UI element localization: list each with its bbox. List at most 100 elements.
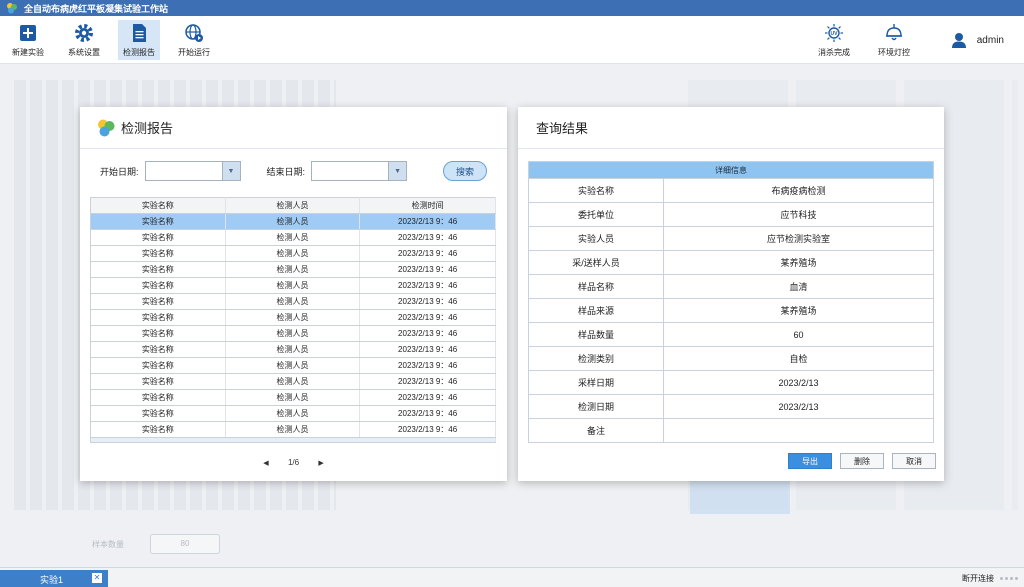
page-indicator: 1/6 [287,458,300,467]
table-cell: 检测人员 [225,357,361,374]
export-button[interactable]: 导出 [788,453,832,469]
table-cell: 2023/2/13 9：46 [359,229,496,246]
detail-key: 委托单位 [528,202,664,227]
table-cell: 检测人员 [225,421,361,438]
detail-key: 采样日期 [528,370,664,395]
detail-key: 样品来源 [528,298,664,323]
detail-key: 检测日期 [528,394,664,419]
table-cell: 检测人员 [225,261,361,278]
table-row[interactable]: 实验名称 检测人员 2023/2/13 9：46 [90,229,496,246]
detail-value: 布病疫病检测 [663,178,934,203]
chevron-down-icon[interactable]: ▼ [388,162,407,180]
title-bar: 全自动布病虎红平板凝集试验工作站 [0,0,1024,16]
table-cell: 实验名称 [90,293,226,310]
table-row[interactable]: 实验名称 检测人员 2023/2/13 9：46 [90,293,496,310]
cancel-button[interactable]: 取消 [892,453,936,469]
result-panel-header: 查询结果 [518,107,944,149]
table-cell: 2023/2/13 9：46 [359,421,496,438]
detail-key: 检测类别 [528,346,664,371]
table-cell: 实验名称 [90,213,226,230]
start-run-button[interactable]: 开始运行 [172,20,216,60]
table-row[interactable]: 实验名称 检测人员 2023/2/13 9：46 [90,405,496,422]
table-cell: 实验名称 [90,341,226,358]
next-page-icon[interactable]: ▶ [313,459,329,467]
table-cell: 检测人员 [225,325,361,342]
status-bar: 实验1 ✕ 断开连接 [0,567,1024,587]
user-menu[interactable]: admin [951,32,1004,48]
chevron-down-icon[interactable]: ▼ [221,162,240,180]
table-cell: 检测人员 [225,293,361,310]
detail-row: 检测类别 自检 [528,346,934,371]
environment-light-button[interactable]: 环境灯控 [872,20,916,60]
detail-row: 实验名称 布病疫病检测 [528,178,934,203]
pagination: ◀ 1/6 ▶ [80,458,507,467]
column-header[interactable]: 实验名称 [90,197,226,214]
result-panel-title: 查询结果 [536,121,589,136]
table-cell: 检测人员 [225,389,361,406]
detail-row: 样品数量 60 [528,322,934,347]
table-cell: 2023/2/13 9：46 [359,405,496,422]
table-cell: 2023/2/13 9：46 [359,245,496,262]
document-icon [133,24,146,42]
toolbar: 新建实验 系统设置 检测报告 开始运行 UV 消杀完成 环境灯控 admin [0,16,1024,64]
connection-status: 断开连接 [962,574,994,583]
detail-value: 血清 [663,274,934,299]
sample-count-input[interactable]: 80 [150,534,220,554]
report-panel-title: 检测报告 [121,121,174,136]
table-cell: 2023/2/13 9：46 [359,309,496,326]
table-cell: 检测人员 [225,213,361,230]
detail-row: 样品名称 血清 [528,274,934,299]
table-row[interactable]: 实验名称 检测人员 2023/2/13 9：46 [90,213,496,230]
table-row[interactable]: 实验名称 检测人员 2023/2/13 9：46 [90,357,496,374]
table-cell: 检测人员 [225,245,361,262]
report-panel-header: 检测报告 [80,107,507,149]
table-cell: 2023/2/13 9：46 [359,293,496,310]
background-highlight-block [690,478,790,514]
user-avatar-icon [951,33,966,48]
table-cell: 实验名称 [90,325,226,342]
table-row[interactable]: 实验名称 检测人员 2023/2/13 9：46 [90,245,496,262]
start-date-picker[interactable]: ▼ [144,161,241,181]
close-icon[interactable]: ✕ [92,573,102,583]
result-panel: 查询结果 详细信息 实验名称 布病疫病检测 委托单位 应节科技 实验人员 应节检测实验室采… [518,107,944,481]
delete-button[interactable]: 删除 [840,453,884,469]
detail-row: 委托单位 应节科技 [528,202,934,227]
table-row[interactable]: 实验名称 检测人员 2023/2/13 9：46 [90,373,496,390]
prev-page-icon[interactable]: ◀ [258,459,274,467]
detail-key: 采/送样人员 [528,250,664,275]
detection-report-button[interactable]: 检测报告 [118,20,160,60]
search-button[interactable]: 搜索 [443,161,487,181]
table-row[interactable]: 实验名称 检测人员 2023/2/13 9：46 [90,421,496,438]
table-row[interactable]: 实验名称 检测人员 2023/2/13 9：46 [90,389,496,406]
system-settings-button[interactable]: 系统设置 [60,20,108,60]
table-cell: 2023/2/13 9：46 [359,389,496,406]
experiment-tab[interactable]: 实验1 ✕ [0,570,108,587]
table-row[interactable]: 实验名称 检测人员 2023/2/13 9：46 [90,277,496,294]
new-experiment-button[interactable]: 新建实验 [4,20,52,60]
report-table: 实验名称 检测人员 检测时间 实验名称 检测人员 2023/2/13 9：46 实验名… [90,197,496,443]
column-header[interactable]: 检测时间 [359,197,496,214]
table-row[interactable]: 实验名称 检测人员 2023/2/13 9：46 [90,309,496,326]
table-row[interactable]: 实验名称 检测人员 2023/2/13 9：46 [90,325,496,342]
disinfection-done-button[interactable]: UV 消杀完成 [812,20,856,60]
table-cell: 实验名称 [90,229,226,246]
table-cell: 检测人员 [225,309,361,326]
detail-table: 详细信息 实验名称 布病疫病检测 委托单位 应节科技 实验人员 应节检测实验室 采/送样人员… [528,161,934,443]
detail-value: 某养殖场 [663,298,934,323]
detail-value: 应节科技 [663,202,934,227]
table-row[interactable]: 实验名称 检测人员 2023/2/13 9：46 [90,341,496,358]
detail-value [663,418,934,443]
column-header[interactable]: 检测人员 [225,197,361,214]
table-header: 实验名称 检测人员 检测时间 [90,197,496,214]
table-row[interactable]: 实验名称 检测人员 2023/2/13 9：46 [90,261,496,278]
table-cell: 实验名称 [90,373,226,390]
detail-row: 检测日期 2023/2/13 [528,394,934,419]
detail-key: 实验人员 [528,226,664,251]
detail-value: 应节检测实验室 [663,226,934,251]
detail-value: 2023/2/13 [663,394,934,419]
date-filter: 开始日期: ▼ 结束日期: ▼ 搜索 [100,160,487,182]
end-date-picker[interactable]: ▼ [311,161,408,181]
table-cell: 实验名称 [90,309,226,326]
uv-icon: UV [825,24,843,42]
detail-key: 样品名称 [528,274,664,299]
